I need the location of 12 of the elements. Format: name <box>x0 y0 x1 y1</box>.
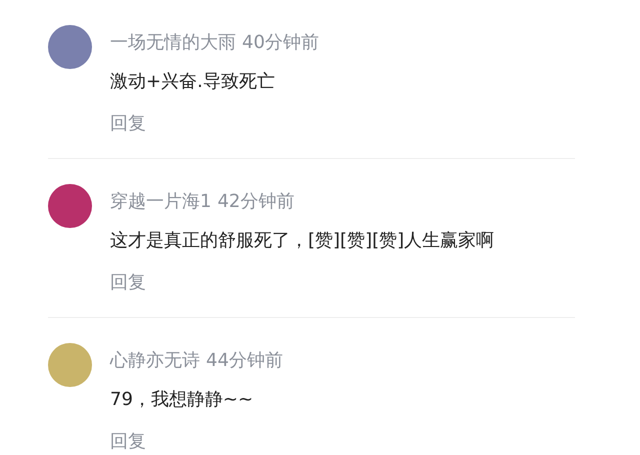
reply-link[interactable]: 回复 <box>110 268 146 298</box>
username: 心静亦无诗 <box>110 349 200 373</box>
username: 一场无情的大雨 <box>110 31 236 55</box>
comment-text: 激动+兴奋.导致死亡 <box>110 70 276 94</box>
comment-time: 42分钟前 <box>217 190 294 214</box>
comment-time: 44分钟前 <box>206 349 283 373</box>
comment-text: 这才是真正的舒服死了，[赞][赞][赞]人生赢家啊 <box>110 229 494 253</box>
comment-time: 40分钟前 <box>242 31 319 55</box>
comment-text: 79，我想静静~~ <box>110 388 254 412</box>
username: 穿越一片海1 <box>110 190 212 214</box>
reply-link[interactable]: 回复 <box>110 109 146 139</box>
reply-link[interactable]: 回复 <box>110 427 146 455</box>
